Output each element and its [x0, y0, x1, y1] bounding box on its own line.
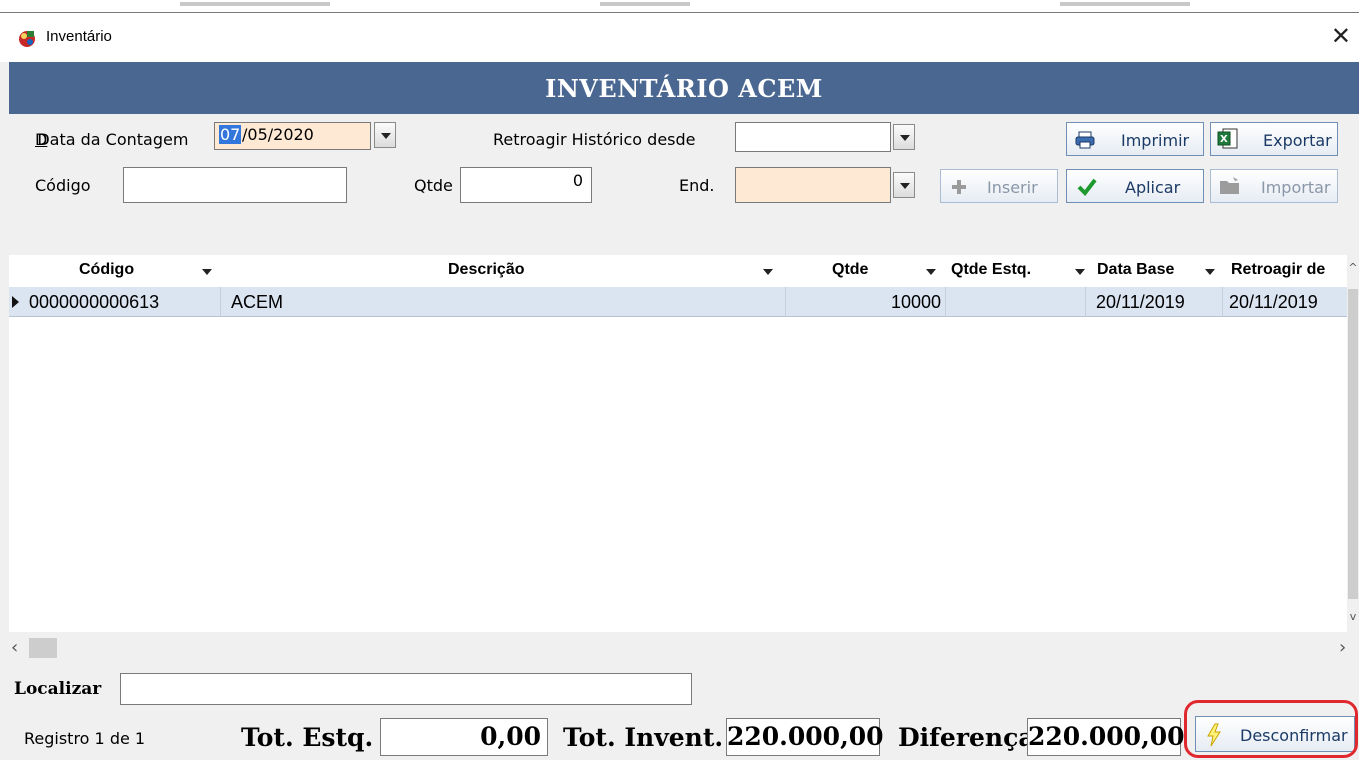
diferenca-label: Diferença [898, 723, 1035, 752]
cell-qtde[interactable]: 10000 [786, 287, 946, 317]
retroagir-field[interactable] [735, 122, 891, 152]
cell-descricao[interactable]: ACEM [221, 287, 786, 317]
grid-header: Código Descrição Qtde Qtde Estq. Data Ba… [9, 255, 1359, 287]
importar-label: Importar [1261, 178, 1331, 197]
codigo-label: Código [35, 176, 91, 195]
column-qtde-estq-filter-icon[interactable] [1075, 269, 1085, 275]
data-contagem-label: DData da Contagem [35, 130, 189, 149]
scroll-down-icon[interactable]: v [1347, 610, 1359, 623]
check-icon [1077, 178, 1097, 196]
vertical-scrollbar[interactable]: ^ v [1347, 255, 1359, 632]
tot-estq-label: Tot. Estq. [241, 723, 374, 752]
column-descricao-filter-icon[interactable] [763, 269, 773, 275]
importar-button[interactable]: Importar [1210, 169, 1338, 203]
vertical-scroll-thumb[interactable] [1348, 289, 1358, 599]
retroagir-label: Retroagir Histórico desde [493, 130, 696, 149]
diferenca-value: 220.000,00 [1027, 718, 1185, 756]
svg-text:X: X [1220, 134, 1228, 145]
column-qtde-estq[interactable]: Qtde Estq. [951, 261, 1031, 279]
date-rest: /05/2020 [242, 125, 314, 144]
column-data-base[interactable]: Data Base [1097, 261, 1174, 279]
scroll-left-icon[interactable]: ‹ [11, 637, 18, 658]
retroagir-label-text: Retroagir Histórico desde [493, 130, 696, 149]
horizontal-scrollbar[interactable]: ‹ › [9, 632, 1359, 664]
tot-invent-value: 220.000,00 [726, 718, 884, 756]
cell-data-base[interactable]: 20/11/2019 [1086, 287, 1223, 317]
printer-icon [1075, 131, 1095, 149]
column-retroagir[interactable]: Retroagir de [1231, 261, 1325, 279]
cell-codigo[interactable]: 0000000000613 [21, 287, 221, 317]
inventory-grid[interactable]: Código Descrição Qtde Qtde Estq. Data Ba… [9, 255, 1359, 632]
column-qtde[interactable]: Qtde [832, 261, 868, 279]
folder-icon [1220, 177, 1239, 194]
retroagir-dropdown-button[interactable] [893, 124, 915, 150]
registro-status: Registro 1 de 1 [24, 729, 146, 748]
scroll-right-icon[interactable]: › [1339, 637, 1346, 658]
data-contagem-dropdown-button[interactable] [374, 122, 396, 148]
data-contagem-field[interactable]: 07 /05/2020 [214, 122, 371, 150]
qtde-label: Qtde [414, 176, 453, 195]
inserir-button[interactable]: Inserir [940, 169, 1058, 203]
horizontal-scroll-thumb[interactable] [29, 638, 57, 658]
header-band: INVENTÁRIO ACEM [9, 62, 1359, 114]
title-bar[interactable]: Inventário ✕ [0, 12, 1359, 62]
background-window-strip [0, 0, 1359, 12]
close-icon[interactable]: ✕ [1331, 22, 1351, 50]
app-icon [19, 31, 35, 47]
column-qtde-filter-icon[interactable] [926, 269, 936, 275]
aplicar-label: Aplicar [1125, 178, 1181, 197]
column-descricao[interactable]: Descrição [448, 261, 525, 279]
inserir-label: Inserir [987, 178, 1038, 197]
date-selected-segment: 07 [219, 125, 242, 144]
plus-icon [952, 180, 966, 194]
exportar-button[interactable]: X Exportar [1210, 122, 1338, 156]
qtde-field[interactable]: 0 [460, 167, 592, 203]
exportar-label: Exportar [1263, 131, 1332, 150]
codigo-field[interactable] [123, 167, 347, 203]
tot-invent-label: Tot. Invent. [563, 723, 724, 752]
table-row[interactable]: 0000000000613 ACEM 10000 20/11/2019 20/1… [9, 287, 1347, 317]
tot-estq-value: 0,00 [380, 718, 548, 756]
window-title: Inventário [46, 28, 112, 45]
imprimir-button[interactable]: Imprimir [1066, 122, 1204, 156]
cell-retroagir[interactable]: 20/11/2019 [1223, 287, 1347, 317]
end-dropdown-button[interactable] [893, 172, 915, 198]
inventario-window: Inventário ✕ INVENTÁRIO ACEM DData da Co… [0, 0, 1359, 760]
column-data-base-filter-icon[interactable] [1205, 269, 1215, 275]
qtde-value: 0 [572, 171, 583, 190]
end-field[interactable] [735, 167, 891, 203]
cell-qtde-estq[interactable] [946, 287, 1086, 317]
data-contagem-label-text: Data da Contagem [37, 130, 189, 149]
localizar-field[interactable] [120, 673, 692, 705]
localizar-label: Localizar [14, 679, 102, 699]
current-row-indicator-icon [12, 296, 19, 308]
highlight-annotation [1184, 700, 1358, 758]
excel-icon: X [1217, 128, 1238, 149]
scroll-up-icon[interactable]: ^ [1347, 261, 1359, 274]
end-label: End. [679, 176, 715, 195]
imprimir-label: Imprimir [1121, 131, 1190, 150]
page-title: INVENTÁRIO ACEM [545, 74, 823, 103]
aplicar-button[interactable]: Aplicar [1066, 169, 1204, 203]
column-codigo[interactable]: Código [79, 261, 134, 279]
column-codigo-filter-icon[interactable] [202, 269, 212, 275]
